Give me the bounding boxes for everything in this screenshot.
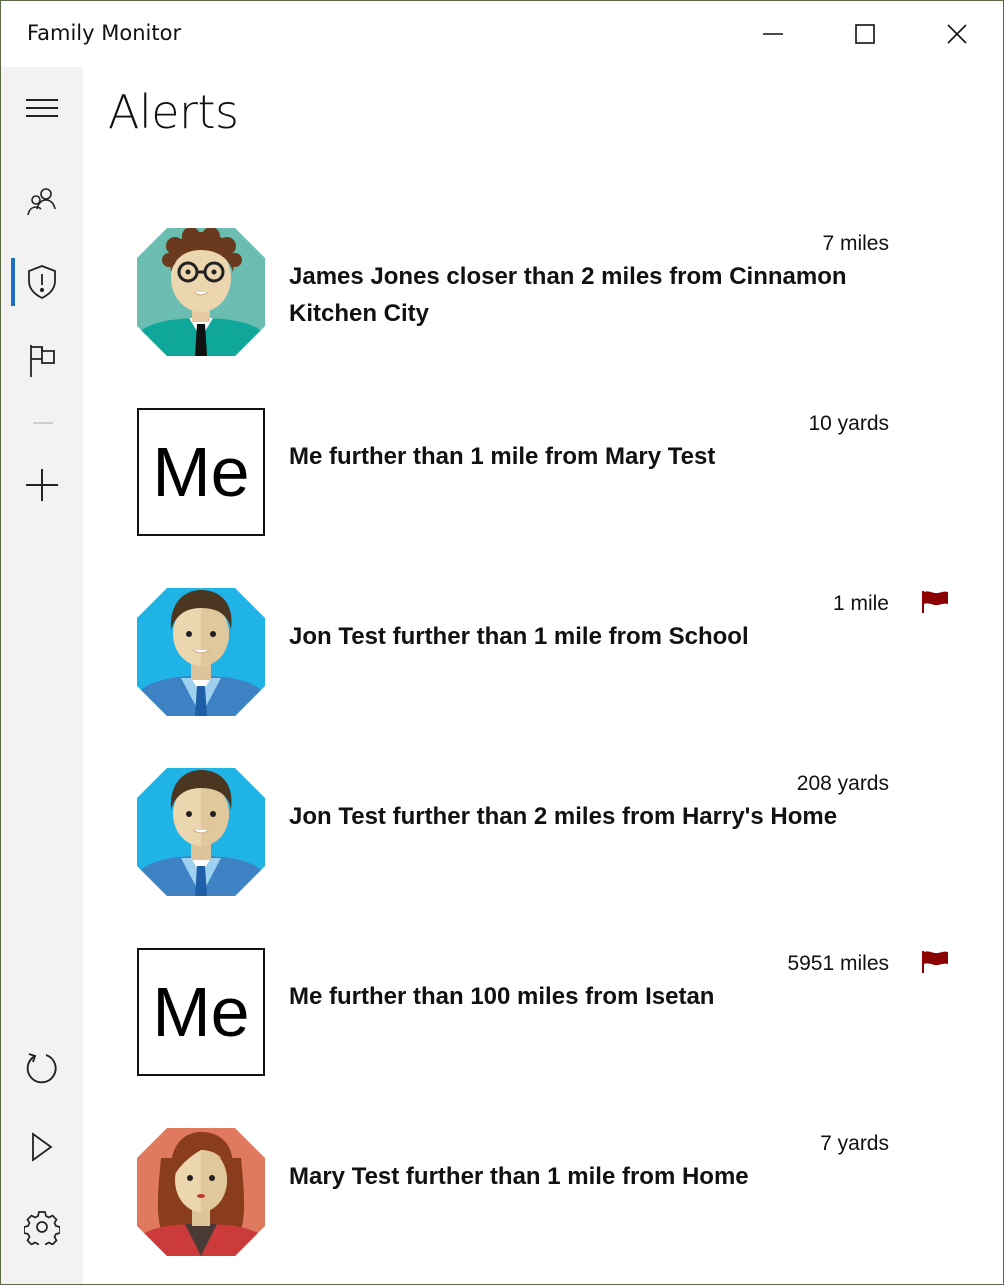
flag-icon: [30, 345, 55, 377]
page-title: Alerts: [108, 85, 239, 139]
alert-message: Jon Test further than 2 miles from Harry…: [289, 803, 838, 830]
avatar-me-tile: Me: [137, 948, 265, 1076]
maximize-icon: [855, 24, 875, 44]
app-window: Family Monitor Alerts 7 miles James Jone…: [0, 0, 1004, 1285]
avatar-man-blue: [137, 768, 265, 896]
avatar-me-tile: Me: [137, 408, 265, 536]
nav-menu-button[interactable]: [1, 69, 83, 147]
alert-item[interactable]: Me 5951 miles Me further than 100 miles …: [137, 948, 967, 1078]
avatar-man-blue: [137, 588, 265, 716]
avatar-woman-red: [137, 1128, 265, 1256]
alert-item[interactable]: 7 miles James Jones closer than 2 miles …: [137, 228, 967, 358]
alert-item[interactable]: 7 yards Mary Test further than 1 mile fr…: [137, 1128, 967, 1258]
nav-settings-button[interactable]: [1, 1188, 83, 1266]
red-flag-icon: [922, 951, 948, 973]
nav-add-button[interactable]: [1, 446, 83, 524]
play-icon: [32, 1132, 53, 1162]
close-button[interactable]: [911, 1, 1003, 67]
hamburger-menu-icon: [26, 99, 58, 117]
title-bar[interactable]: Family Monitor: [1, 1, 1003, 67]
nav-play-button[interactable]: [1, 1108, 83, 1186]
nav-places-button[interactable]: [1, 322, 83, 400]
nav-refresh-button[interactable]: [1, 1029, 83, 1107]
avatar-man-glasses: [137, 228, 265, 356]
alert-distance: 7 yards: [820, 1132, 889, 1155]
alert-distance: 5951 miles: [787, 952, 889, 975]
settings-gear-icon: [24, 1211, 60, 1245]
nav-separator: [33, 422, 53, 424]
minimize-button[interactable]: [727, 1, 819, 67]
navigation-rail: [1, 67, 83, 1284]
window-title: Family Monitor: [27, 21, 182, 45]
maximize-button[interactable]: [819, 1, 911, 67]
alert-distance: 10 yards: [808, 412, 889, 435]
minimize-icon: [763, 33, 783, 35]
alert-distance: 1 mile: [832, 592, 889, 615]
alert-message: Mary Test further than 1 mile from Home: [289, 1163, 749, 1190]
alert-distance: 7 miles: [822, 232, 889, 255]
alert-distance: 208 yards: [796, 772, 889, 795]
refresh-icon: [26, 1053, 57, 1084]
alert-message: Me further than 100 miles from Isetan: [289, 983, 715, 1010]
people-icon: [27, 188, 56, 216]
alert-message: Me further than 1 mile from Mary Test: [289, 443, 716, 470]
alert-item[interactable]: 1 mile Jon Test further than 1 mile from…: [137, 588, 967, 718]
alert-item[interactable]: Me 10 yards Me further than 1 mile from …: [137, 408, 967, 538]
add-icon: [26, 469, 58, 501]
red-flag-icon: [922, 591, 948, 613]
close-icon: [947, 24, 967, 44]
alert-message: Jon Test further than 1 mile from School: [289, 623, 749, 650]
alert-message: James Jones closer than 2 miles from Cin…: [289, 263, 847, 327]
nav-alerts-button[interactable]: [1, 243, 83, 321]
nav-people-button[interactable]: [1, 162, 83, 240]
alert-item[interactable]: 208 yards Jon Test further than 2 miles …: [137, 768, 967, 898]
shield-alert-icon: [28, 265, 56, 300]
